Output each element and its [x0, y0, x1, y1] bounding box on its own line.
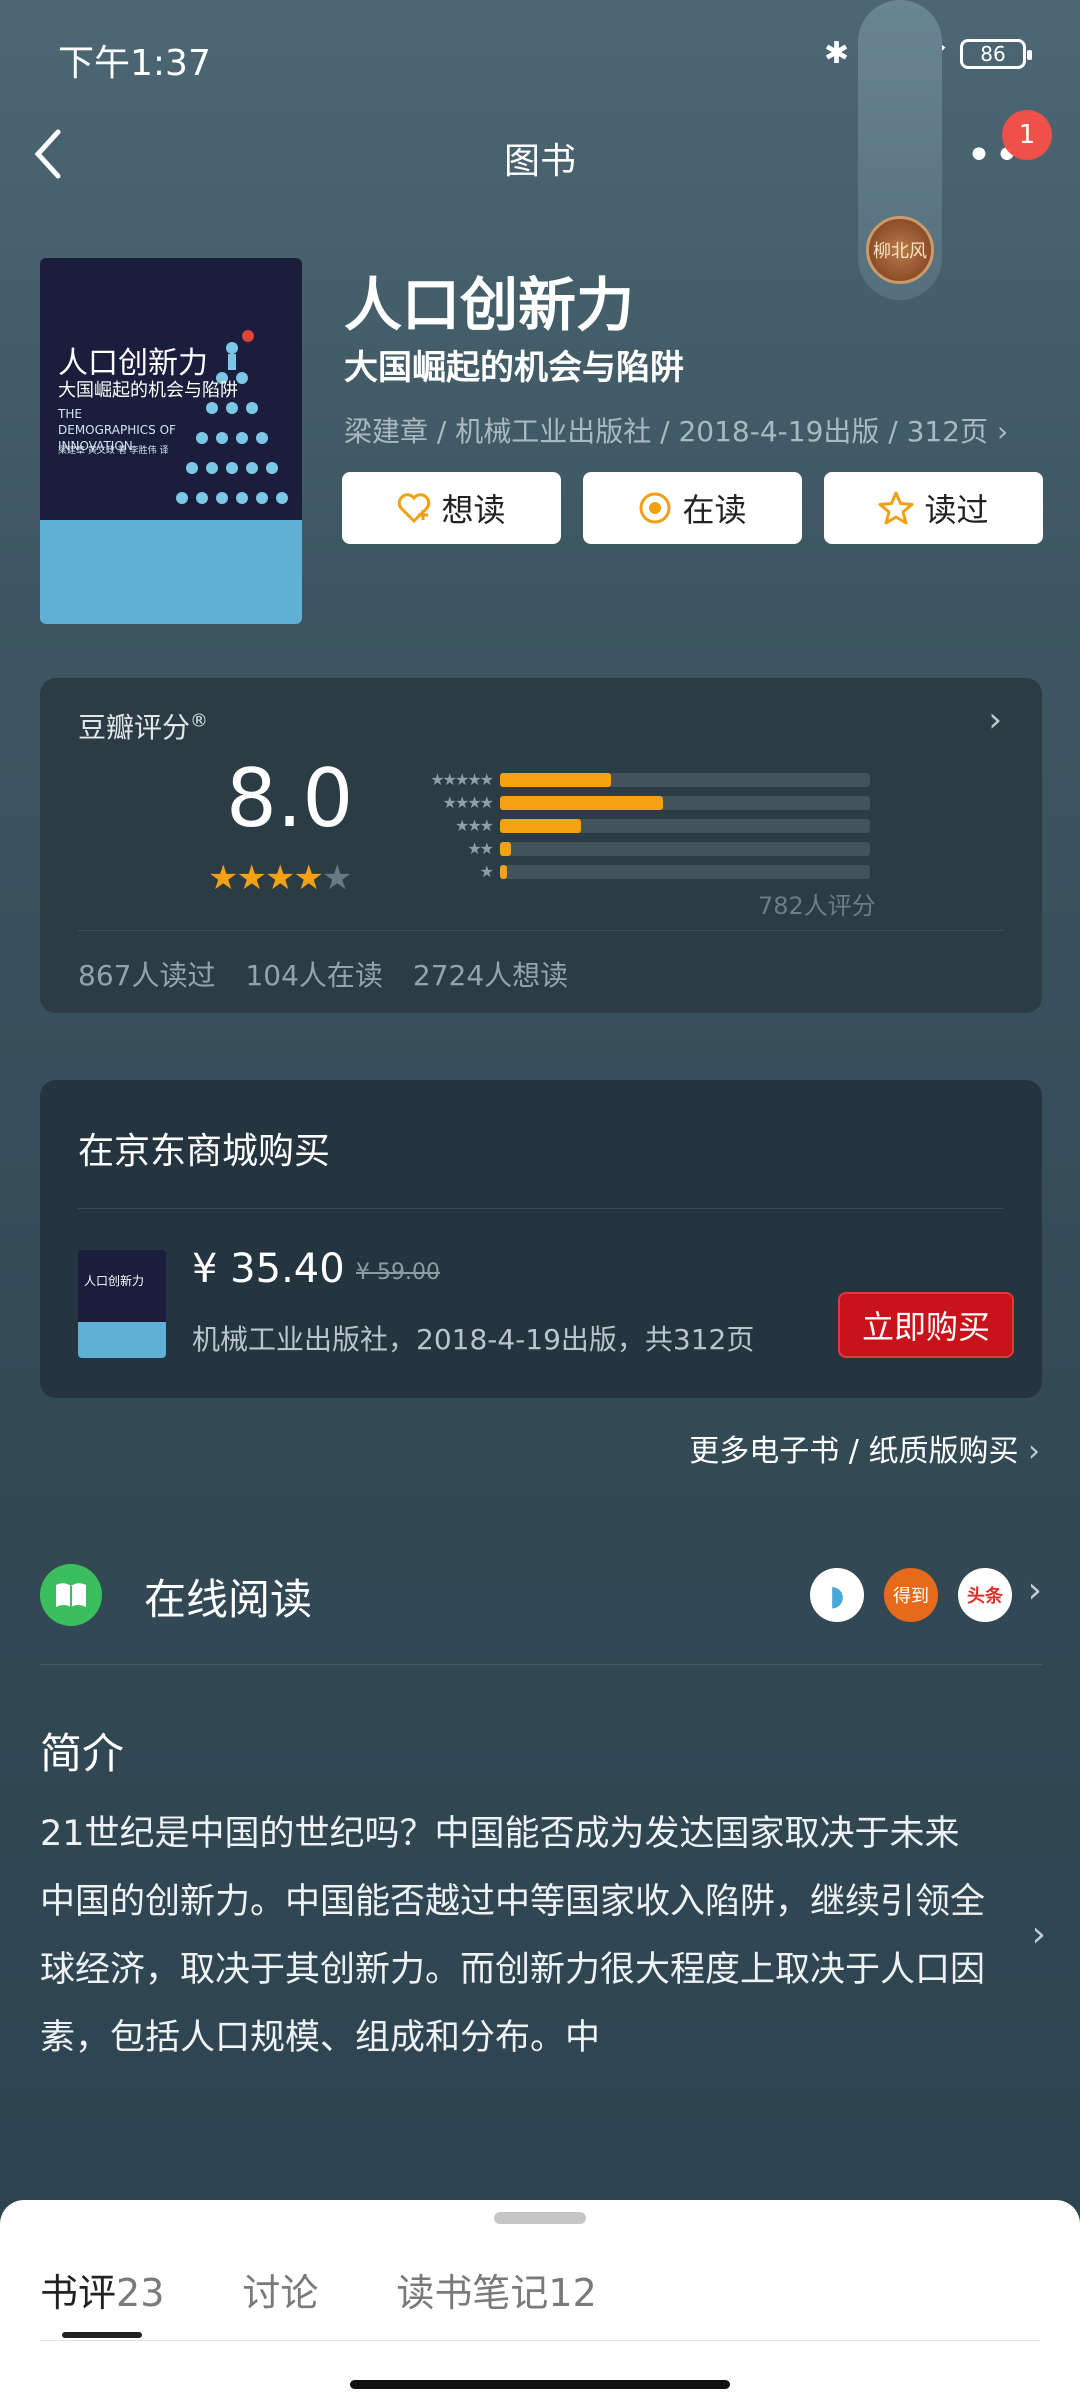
- reading-label: 在读: [682, 491, 747, 529]
- buy-publisher-info: 机械工业出版社，2018-4-19出版，共312页: [192, 1323, 755, 1356]
- rating-card[interactable]: 豆瓣评分® › 8.0 ★★★★★ ★★★★★ ★★★★ ★★★ ★★ ★ 78…: [40, 678, 1042, 1013]
- tab-notes-label: 读书笔记: [396, 2271, 549, 2315]
- bird-app-icon[interactable]: ◗: [810, 1568, 864, 1622]
- sheet-drag-handle[interactable]: [494, 2212, 586, 2224]
- divider: [78, 930, 1004, 931]
- rating-histogram: ★★★★★ ★★★★ ★★★ ★★ ★: [400, 768, 870, 883]
- tab-notes[interactable]: 读书笔记12: [396, 2262, 596, 2317]
- tab-reviews-count: 23: [116, 2271, 165, 2315]
- more-purchase-label: 更多电子书 / 纸质版购买: [689, 1434, 1019, 1469]
- star-filled-icon: ★: [208, 858, 239, 898]
- bluetooth-icon: ✱: [823, 36, 849, 71]
- top-bar: 图书 柳北风 •• 1: [0, 0, 1080, 300]
- tab-discussion-label: 讨论: [242, 2271, 319, 2315]
- histogram-bar: [500, 841, 512, 856]
- cover-authors: 梁建章 黄文政 著 李胜伟 译: [58, 446, 169, 456]
- chevron-right-icon: ›: [1028, 1434, 1040, 1469]
- book-title: 人口创新力: [344, 271, 635, 339]
- histogram-row-3: ★★★: [400, 814, 870, 837]
- tab-notes-count: 12: [548, 2271, 597, 2315]
- rating-score: 8.0: [226, 752, 354, 845]
- cover-subtitle: 大国崛起的机会与陷阱: [58, 380, 238, 401]
- online-reading-row[interactable]: 在线阅读 ◗ 得到 头条 ›: [40, 1556, 1042, 1636]
- intro-text[interactable]: 21世纪是中国的世纪吗？中国能否成为发达国家取决于未来中国的创新力。中国能否越过…: [40, 1800, 990, 2072]
- dedao-app-text: 得到: [893, 1586, 929, 1607]
- online-reading-label: 在线阅读: [144, 1575, 313, 1624]
- divider: [40, 2340, 1040, 2341]
- chevron-right-icon: ›: [996, 415, 1009, 448]
- notification-badge: 1: [1002, 110, 1052, 160]
- battery-level: 86: [980, 41, 1006, 66]
- histogram-bar: [500, 795, 663, 810]
- dedao-app-icon[interactable]: 得到: [884, 1568, 938, 1622]
- avatar[interactable]: 柳北风: [866, 216, 934, 284]
- book-meta-text: 梁建章 / 机械工业出版社 / 2018-4-19出版 / 312页: [344, 415, 989, 448]
- reader-stats: 867人读过 104人在读 2724人想读: [78, 954, 568, 994]
- book-cover: 人口创新力 大国崛起的机会与陷阱 THE DEMOGRAPHICS OF INN…: [40, 258, 302, 624]
- home-indicator[interactable]: [350, 2380, 730, 2389]
- histogram-row-2: ★★: [400, 837, 870, 860]
- reading-actions: 想读 在读 读过: [342, 472, 1043, 544]
- histogram-row-4: ★★★★: [400, 791, 870, 814]
- battery-indicator: 86: [960, 38, 1032, 69]
- divider: [40, 1664, 1042, 1665]
- mini-cover-title: 人口创新力: [84, 1274, 145, 1288]
- user-avatar-pill[interactable]: 柳北风: [858, 0, 942, 300]
- histogram-bar: [500, 864, 508, 879]
- read-count: 867人读过: [78, 959, 216, 992]
- heart-plus-icon: [398, 493, 431, 524]
- avatar-text: 柳北风: [873, 241, 927, 262]
- want-count: 2724人想读: [412, 959, 569, 992]
- chevron-right-icon[interactable]: ›: [1032, 1914, 1046, 1955]
- star-empty-icon: ★: [321, 858, 353, 898]
- reading-button[interactable]: 在读: [583, 472, 802, 544]
- histogram-row-1: ★: [400, 860, 870, 883]
- registered-mark: ®: [190, 710, 209, 732]
- book-subtitle: 大国崛起的机会与陷阱: [344, 348, 684, 388]
- histogram-row-5: ★★★★★: [400, 768, 870, 791]
- tab-reviews-label: 书评: [40, 2271, 117, 2315]
- toutiao-app-icon[interactable]: 头条: [958, 1568, 1012, 1622]
- review-tabs: 书评23 讨论 读书笔记12: [40, 2262, 597, 2317]
- reading-app-icons: ◗ 得到 头条: [810, 1568, 1012, 1622]
- histogram-bar: [500, 772, 611, 787]
- rating-count: 782人评分: [758, 892, 876, 920]
- tab-discussion[interactable]: 讨论: [242, 2262, 318, 2317]
- status-time: 下午1:37: [58, 43, 211, 84]
- want-read-button[interactable]: 想读: [342, 472, 561, 544]
- have-read-button[interactable]: 读过: [824, 472, 1043, 544]
- tab-reviews[interactable]: 书评23: [40, 2262, 164, 2317]
- cover-bottom-band: [40, 520, 302, 624]
- star-filled-icon: ★: [293, 858, 324, 898]
- buy-now-button[interactable]: 立即购买: [838, 1292, 1014, 1358]
- star-filled-icon: ★: [264, 858, 296, 898]
- star-filled-icon: ★: [236, 858, 267, 898]
- toutiao-app-text: 头条: [967, 1586, 1003, 1607]
- active-tab-indicator: [62, 2332, 142, 2338]
- want-read-label: 想读: [441, 491, 506, 529]
- reading-count: 104人在读: [245, 959, 383, 992]
- have-read-label: 读过: [924, 491, 989, 529]
- star-icon: [878, 491, 914, 525]
- rating-label-text: 豆瓣评分: [78, 711, 191, 744]
- more-purchase-link[interactable]: 更多电子书 / 纸质版购买 ›: [689, 1426, 1040, 1470]
- original-price: ¥ 59.00: [356, 1260, 440, 1285]
- buy-title: 在京东商城购买: [78, 1131, 331, 1172]
- reviews-bottom-sheet[interactable]: 书评23 讨论 读书笔记12: [0, 2200, 1080, 2400]
- chevron-right-icon: ›: [988, 700, 1002, 740]
- rating-stars: ★★★★★: [208, 858, 353, 898]
- histogram-bar: [500, 818, 582, 833]
- divider: [78, 1208, 1004, 1209]
- price: ¥ 35.40: [192, 1246, 345, 1292]
- target-icon: [639, 492, 671, 524]
- book-open-icon: [40, 1564, 102, 1626]
- chevron-right-icon: ›: [1027, 1570, 1042, 1611]
- rating-label: 豆瓣评分®: [78, 706, 208, 746]
- jd-buy-card: 在京东商城购买 人口创新力 ¥ 35.40 ¥ 59.00 机械工业出版社，20…: [40, 1080, 1042, 1398]
- mini-book-cover: 人口创新力: [78, 1250, 166, 1358]
- book-meta[interactable]: 梁建章 / 机械工业出版社 / 2018-4-19出版 / 312页 ›: [344, 410, 1008, 450]
- intro-title: 简介: [40, 1729, 125, 1778]
